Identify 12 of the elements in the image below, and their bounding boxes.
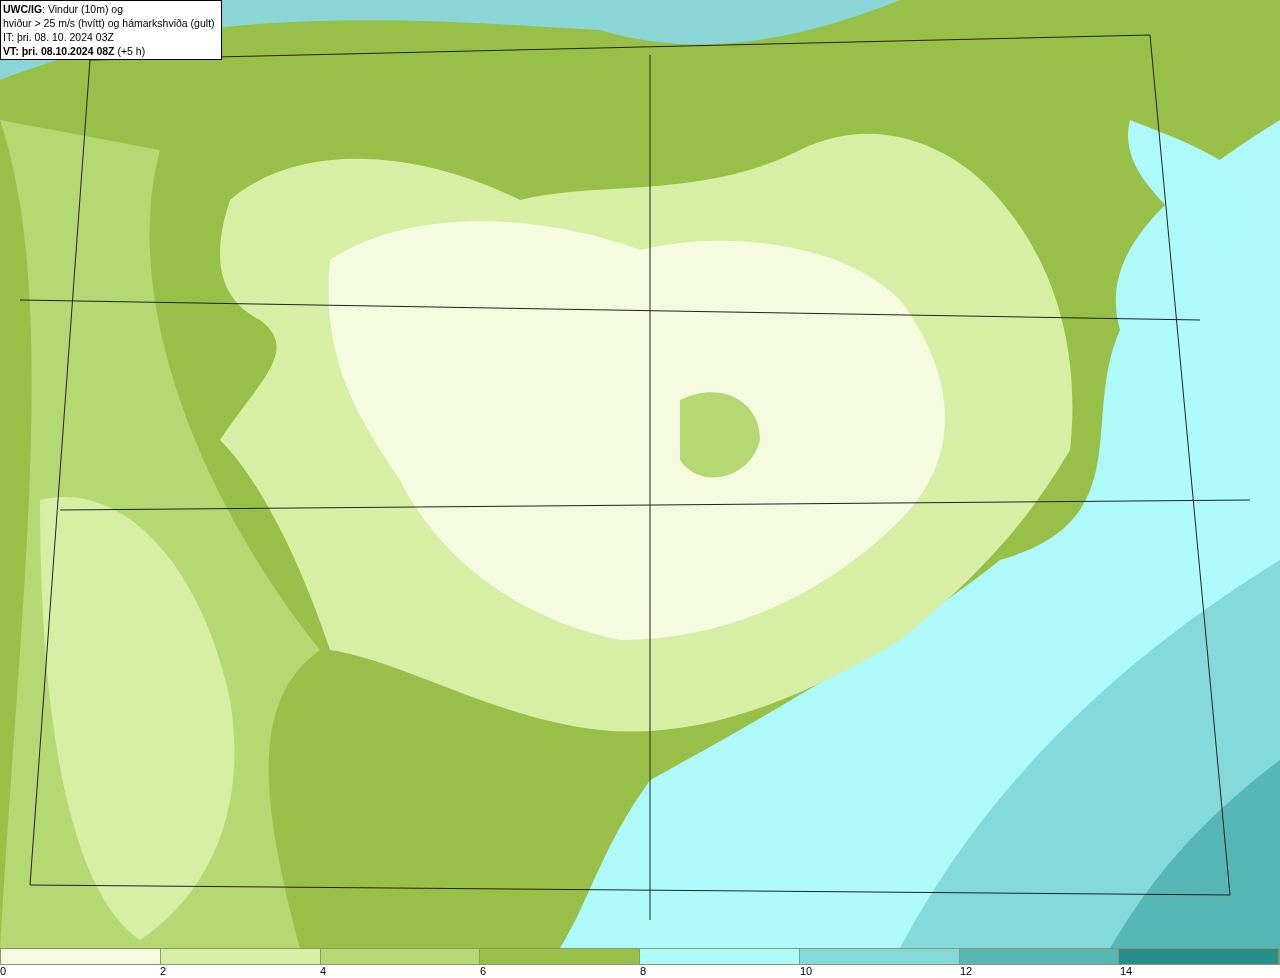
- legend-text: VT: þri. 08.10.2024 08Z (+5 h): [3, 44, 147, 58]
- legend-text: UWC/IG: Vindur (10m) og: [3, 2, 124, 16]
- legend-text: hviður > 25 m/s (hvítt) og hámarkshviða (gult): [3, 16, 215, 30]
- scale-label: 2: [160, 965, 167, 977]
- scale-label: 8: [640, 965, 647, 977]
- legend-text: IT: þri. 08. 10. 2024 03Z: [3, 30, 115, 44]
- scale-label: 12: [960, 965, 973, 977]
- scale-label: 10: [800, 965, 813, 977]
- scale-label: 14: [1120, 965, 1133, 977]
- scale-label: 6: [480, 965, 487, 977]
- scale-label: 0: [0, 965, 7, 977]
- scale-label: 4: [320, 965, 327, 977]
